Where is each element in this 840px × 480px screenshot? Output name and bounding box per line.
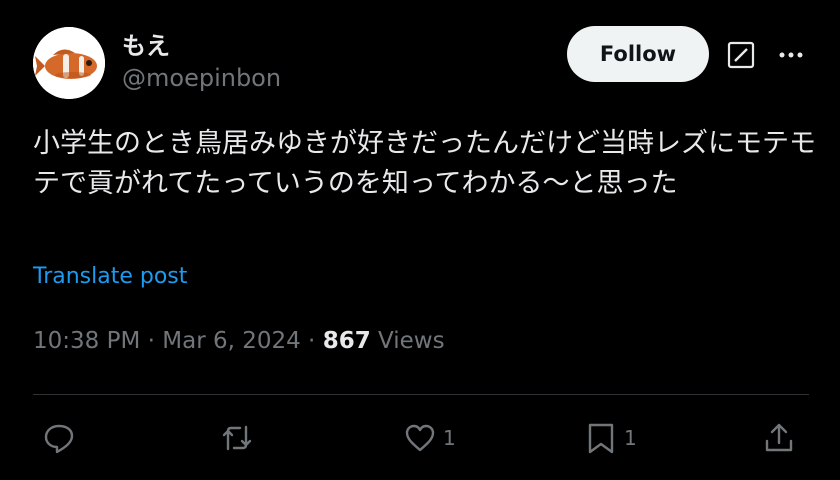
tweet-time[interactable]: 10:38 PM	[33, 328, 140, 354]
clownfish-avatar-icon	[33, 27, 105, 99]
avatar[interactable]	[33, 27, 105, 99]
reply-icon	[44, 424, 74, 454]
share-button[interactable]	[762, 420, 796, 456]
share-icon	[765, 423, 793, 452]
bookmark-button[interactable]: 1	[584, 420, 637, 456]
translate-post-link[interactable]: Translate post	[33, 264, 187, 289]
tweet-meta: 10:38 PM · Mar 6, 2024 · 867 Views	[33, 328, 445, 354]
like-count: 1	[443, 426, 456, 450]
follow-button[interactable]: Follow	[567, 26, 709, 82]
tweet-date[interactable]: Mar 6, 2024	[162, 328, 301, 354]
heart-icon	[405, 424, 435, 452]
author-display-name[interactable]: もえ	[122, 26, 170, 61]
tweet-text: 小学生のとき鳥居みゆきが好きだったんだけど当時レズにモテモテで貢がれてたっていう…	[33, 128, 816, 199]
retweet-icon	[222, 425, 252, 451]
reply-button[interactable]	[42, 420, 82, 456]
retweet-button[interactable]	[220, 420, 260, 456]
meta-separator: ·	[300, 328, 323, 354]
grok-icon[interactable]	[726, 40, 756, 70]
meta-separator: ·	[140, 328, 163, 354]
bookmark-count: 1	[624, 426, 637, 450]
like-button[interactable]: 1	[403, 420, 456, 456]
more-icon[interactable]	[776, 44, 806, 66]
divider	[33, 394, 809, 395]
views-label: Views	[378, 328, 445, 354]
views-count: 867	[322, 328, 371, 354]
author-handle[interactable]: @moepinbon	[122, 64, 281, 92]
bookmark-icon	[588, 423, 614, 454]
